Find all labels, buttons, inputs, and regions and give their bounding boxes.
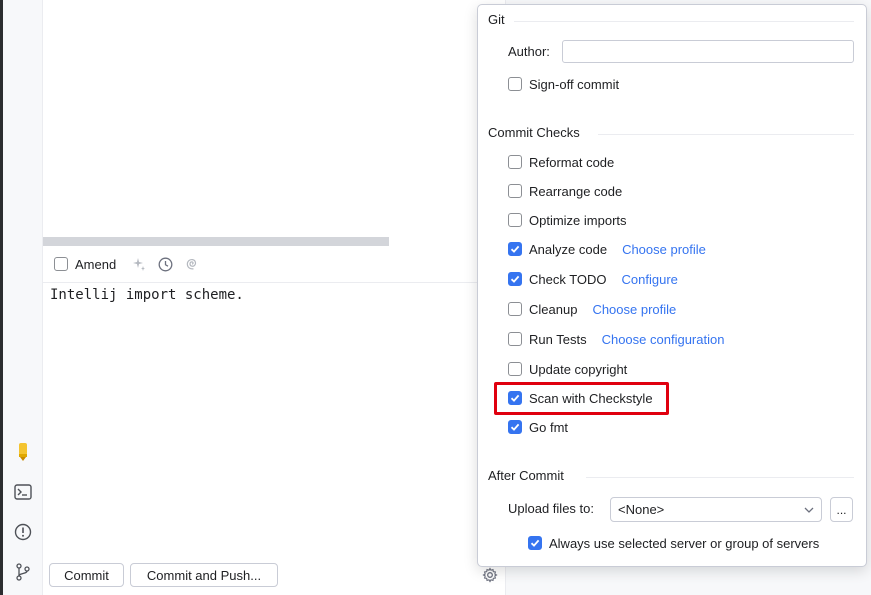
- go-fmt-label: Go fmt: [529, 419, 569, 435]
- author-field[interactable]: [562, 40, 854, 63]
- terminal-icon[interactable]: [13, 482, 33, 502]
- chevron-down-icon: [804, 507, 814, 513]
- checkmark-icon: [510, 245, 520, 253]
- update-copyright-checkbox[interactable]: [508, 362, 522, 376]
- reformat-code-checkbox[interactable]: [508, 155, 522, 169]
- always-use-server-label: Always use selected server or group of s…: [549, 535, 820, 551]
- upload-files-label: Upload files to:: [508, 501, 594, 516]
- optimize-imports-label: Optimize imports: [529, 212, 627, 228]
- check-go-fmt[interactable]: Go fmt: [508, 417, 568, 437]
- commit-options-popup: Git Author: Sign-off commit Commit Check…: [477, 4, 867, 567]
- reformat-code-label: Reformat code: [529, 154, 615, 170]
- author-label: Author:: [508, 44, 550, 59]
- section-divider: [598, 134, 854, 135]
- check-run-tests[interactable]: Run Tests Choose configuration: [508, 329, 724, 349]
- checkmark-icon: [530, 539, 540, 547]
- checkmark-icon: [510, 423, 520, 431]
- analyze-code-choose-profile-link[interactable]: Choose profile: [622, 242, 706, 257]
- cleanup-choose-profile-link[interactable]: Choose profile: [592, 302, 676, 317]
- update-copyright-label: Update copyright: [529, 361, 628, 377]
- commit-and-push-button[interactable]: Commit and Push...: [130, 563, 278, 587]
- signoff-label: Sign-off commit: [529, 76, 620, 92]
- amend-checkbox[interactable]: [54, 257, 68, 271]
- check-todo-label: Check TODO: [529, 271, 607, 287]
- checkmark-icon: [510, 275, 520, 283]
- check-check-todo[interactable]: Check TODO Configure: [508, 269, 678, 289]
- check-analyze-code[interactable]: Analyze code Choose profile: [508, 239, 706, 259]
- check-update-copyright[interactable]: Update copyright: [508, 359, 627, 379]
- problems-icon[interactable]: [13, 522, 33, 542]
- commit-options-gear-icon[interactable]: [482, 567, 498, 586]
- rearrange-code-checkbox[interactable]: [508, 184, 522, 198]
- git-section-title: Git: [488, 12, 505, 27]
- check-todo-configure-link[interactable]: Configure: [622, 272, 678, 287]
- history-clock-icon[interactable]: [158, 257, 173, 272]
- analyze-code-label: Analyze code: [529, 241, 608, 257]
- always-use-server-row[interactable]: Always use selected server or group of s…: [528, 533, 819, 553]
- left-toolbar: [3, 0, 43, 595]
- spiral-icon[interactable]: [185, 257, 199, 271]
- go-fmt-checkbox[interactable]: [508, 420, 522, 434]
- commit-checks-title: Commit Checks: [488, 125, 580, 140]
- commit-message-editor[interactable]: Intellij import scheme.: [50, 287, 244, 303]
- after-commit-title: After Commit: [488, 468, 564, 483]
- run-tests-choose-configuration-link[interactable]: Choose configuration: [602, 332, 725, 347]
- amend-label: Amend: [75, 256, 117, 272]
- browse-servers-button[interactable]: ...: [830, 497, 853, 522]
- divider: [43, 282, 477, 283]
- section-divider: [514, 21, 854, 22]
- check-cleanup[interactable]: Cleanup Choose profile: [508, 299, 676, 319]
- git-branch-icon[interactable]: [13, 562, 33, 582]
- cleanup-label: Cleanup: [529, 301, 578, 317]
- rearrange-code-label: Rearrange code: [529, 183, 623, 199]
- signoff-checkbox[interactable]: [508, 77, 522, 91]
- checkstyle-highlight-box: [494, 382, 669, 415]
- upload-target-value: <None>: [618, 502, 665, 517]
- optimize-imports-checkbox[interactable]: [508, 213, 522, 227]
- run-tests-label: Run Tests: [529, 331, 587, 347]
- amend-row: Amend: [54, 254, 199, 274]
- ai-sparkle-icon[interactable]: [132, 257, 146, 271]
- pencil-marker-icon[interactable]: [13, 442, 33, 462]
- check-optimize-imports[interactable]: Optimize imports: [508, 210, 627, 230]
- check-todo-checkbox[interactable]: [508, 272, 522, 286]
- always-use-server-checkbox[interactable]: [528, 536, 542, 550]
- analyze-code-checkbox[interactable]: [508, 242, 522, 256]
- upload-target-select[interactable]: <None>: [610, 497, 822, 522]
- signoff-row[interactable]: Sign-off commit: [508, 74, 619, 94]
- check-reformat-code[interactable]: Reformat code: [508, 152, 614, 172]
- run-tests-checkbox[interactable]: [508, 332, 522, 346]
- section-divider: [586, 477, 854, 478]
- check-rearrange-code[interactable]: Rearrange code: [508, 181, 622, 201]
- cleanup-checkbox[interactable]: [508, 302, 522, 316]
- horizontal-scrollbar[interactable]: [43, 237, 389, 246]
- commit-button[interactable]: Commit: [49, 563, 124, 587]
